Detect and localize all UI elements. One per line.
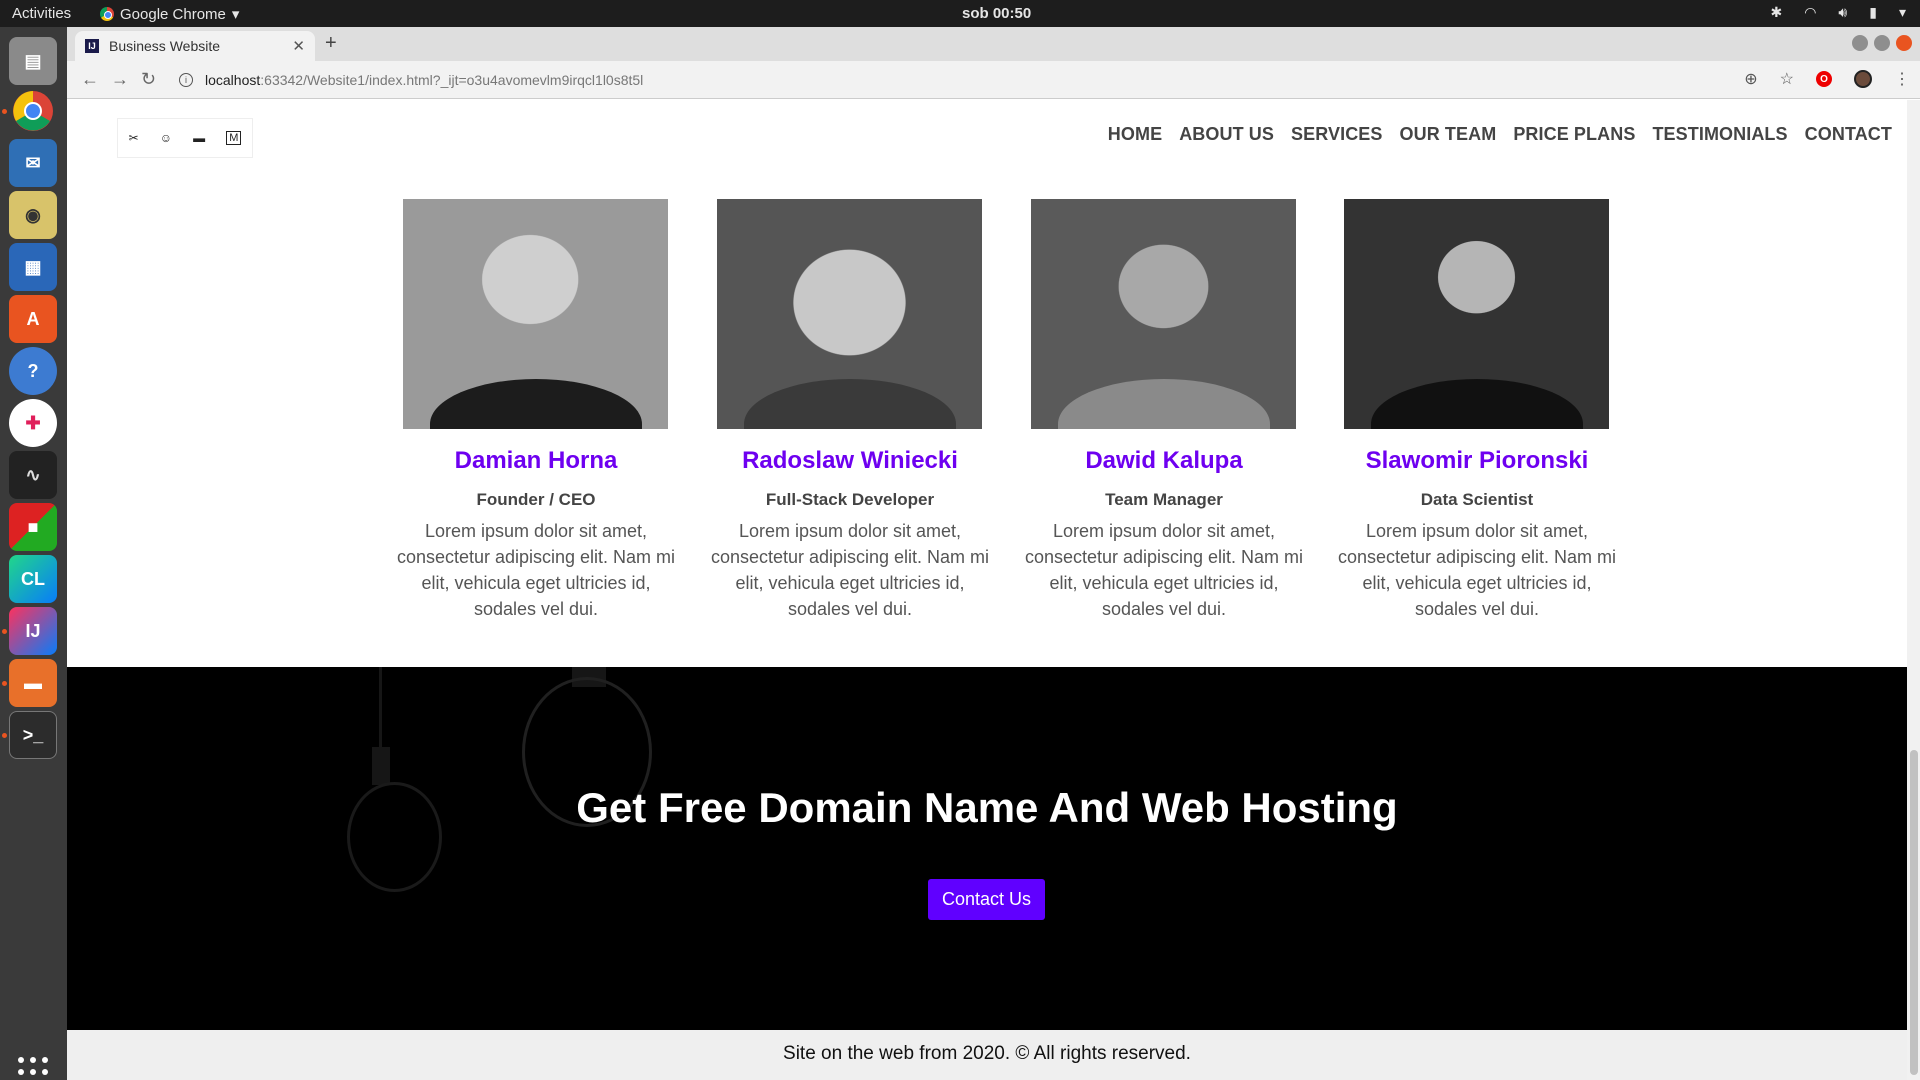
active-indicator — [2, 629, 7, 634]
site-footer: Site on the web from 2020. © All rights … — [67, 1030, 1907, 1080]
system-tray[interactable]: ✱ ◠ 🔊︎ ▮ ▾ — [1770, 4, 1906, 21]
member-role: Data Scientist — [1420, 490, 1534, 509]
member-photo — [1031, 199, 1296, 429]
url-path: :63342/Website1/index.html?_ijt=o3u4avom… — [260, 72, 644, 88]
tab-title: Business Website — [109, 38, 221, 54]
contact-us-button[interactable]: Contact Us — [928, 879, 1045, 920]
lamp-cord — [379, 667, 382, 747]
logo-mark-icon: M — [226, 131, 242, 145]
volume-icon[interactable]: 🔊︎ — [1838, 4, 1847, 21]
active-indicator — [2, 733, 7, 738]
app-menu-label: Google Chrome — [120, 5, 226, 23]
member-photo — [403, 199, 668, 429]
member-bio: Lorem ipsum dolor sit amet, consectetur … — [396, 521, 676, 619]
browser-toolbar: ← → ↻ i localhost:63342/Website1/index.h… — [67, 61, 1920, 99]
nav-contact[interactable]: CONTACT — [1805, 124, 1892, 145]
close-icon[interactable]: ✕ — [292, 37, 305, 55]
reload-icon[interactable]: ↻ — [141, 69, 156, 90]
scrollbar-thumb[interactable] — [1910, 750, 1918, 1075]
files-drawer-icon[interactable]: ▤ — [9, 37, 57, 85]
new-tab-button[interactable]: + — [325, 32, 337, 55]
toolbar-actions: ⊕ ☆ O ⋮ — [1744, 69, 1910, 89]
profile-avatar[interactable] — [1854, 70, 1872, 88]
terminal-icon[interactable]: >_ — [9, 711, 57, 759]
maximize-button[interactable] — [1874, 35, 1890, 51]
clock[interactable]: sob 00:50 — [962, 5, 1031, 22]
extension-icon[interactable]: O — [1816, 71, 1832, 87]
writer-icon[interactable]: ▦ — [9, 243, 57, 291]
lamp-socket — [372, 747, 390, 785]
nav-home[interactable]: HOME — [1108, 124, 1162, 145]
back-arrow-icon[interactable]: ← — [81, 69, 99, 90]
member-name: Slawomir Pioronski — [1365, 447, 1589, 474]
thunderbird-icon[interactable]: ✉ — [9, 139, 57, 187]
wifi-icon[interactable]: ◠ — [1804, 4, 1816, 21]
member-bio: Lorem ipsum dolor sit amet, consectetur … — [1024, 521, 1304, 619]
member-role: Founder / CEO — [476, 490, 596, 509]
intellij-favicon-icon: IJ — [85, 39, 99, 53]
page-scrollbar[interactable] — [1907, 100, 1920, 1080]
files-folder-icon[interactable]: ▬ — [9, 659, 57, 707]
member-bio: Lorem ipsum dolor sit amet, consectetur … — [710, 521, 990, 619]
logo-mark-icon: ✂ — [128, 131, 139, 145]
window-controls — [1852, 35, 1912, 51]
cta-section: Get Free Domain Name And Web Hosting Con… — [67, 667, 1907, 1030]
zoom-icon[interactable]: ⊕ — [1744, 69, 1757, 89]
member-role: Full-Stack Developer — [765, 490, 935, 509]
minimize-button[interactable] — [1852, 35, 1868, 51]
tab-strip: IJ Business Website ✕ + — [67, 27, 1920, 61]
member-photo — [1344, 199, 1609, 429]
clion-icon[interactable]: CL — [9, 555, 57, 603]
member-name: Radoslaw Winiecki — [742, 447, 958, 474]
slack-icon[interactable]: ✚ — [9, 399, 57, 447]
bookmark-star-icon[interactable]: ☆ — [1780, 69, 1794, 89]
dock: ▤ ✉ ◉ ▦ A ? ✚ ∿ ■ CL IJ ▬ >_ — [0, 27, 67, 1080]
cubes-game-icon[interactable]: ■ — [9, 503, 57, 551]
member-name: Dawid Kalupa — [1085, 447, 1243, 474]
chrome-icon — [100, 7, 114, 21]
app-menu[interactable]: Google Chrome ▾ — [100, 5, 239, 23]
member-name: Damian Horna — [454, 447, 618, 474]
member-role: Team Manager — [1105, 490, 1223, 509]
intellij-icon[interactable]: IJ — [9, 607, 57, 655]
site-logo[interactable]: ✂ ☺ ▬ M — [117, 118, 253, 158]
chrome-logo-icon — [13, 91, 53, 131]
chevron-down-icon: ▾ — [231, 6, 240, 23]
forward-arrow-icon[interactable]: → — [111, 69, 129, 90]
more-menu-icon[interactable]: ⋮ — [1894, 69, 1910, 89]
site-nav: HOME ABOUT US SERVICES OUR TEAM PRICE PL… — [1108, 124, 1892, 145]
url-host: localhost — [205, 72, 261, 88]
nav-our-team[interactable]: OUR TEAM — [1400, 124, 1497, 145]
cta-heading: Get Free Domain Name And Web Hosting — [576, 784, 1398, 831]
page-viewport: ✂ ☺ ▬ M HOME ABOUT US SERVICES OUR TEAM … — [67, 100, 1920, 1080]
show-applications-icon[interactable] — [18, 1057, 48, 1080]
member-bio: Lorem ipsum dolor sit amet, consectetur … — [1337, 521, 1617, 619]
rhythmbox-icon[interactable]: ◉ — [9, 191, 57, 239]
software-center-icon[interactable]: A — [9, 295, 57, 343]
nav-testimonials[interactable]: TESTIMONIALS — [1652, 124, 1787, 145]
logo-mark-icon: ▬ — [193, 131, 206, 145]
nav-about-us[interactable]: ABOUT US — [1179, 124, 1274, 145]
logo-mark-icon: ☺ — [159, 131, 173, 145]
window-close-button[interactable] — [1896, 35, 1912, 51]
active-indicator — [2, 109, 7, 114]
nav-services[interactable]: SERVICES — [1291, 124, 1383, 145]
bluetooth-icon[interactable]: ✱ — [1770, 4, 1782, 21]
chrome-dock-icon[interactable] — [9, 87, 57, 135]
address-bar[interactable]: i localhost:63342/Website1/index.html?_i… — [179, 66, 1799, 94]
system-monitor-icon[interactable]: ∿ — [9, 451, 57, 499]
active-indicator — [2, 681, 7, 686]
os-top-bar: Activities Google Chrome ▾ sob 00:50 ✱ ◠… — [0, 0, 1920, 27]
nav-price-plans[interactable]: PRICE PLANS — [1513, 124, 1635, 145]
help-icon[interactable]: ? — [9, 347, 57, 395]
activities-button[interactable]: Activities — [12, 5, 71, 22]
tab-business-website[interactable]: IJ Business Website ✕ — [75, 31, 315, 61]
member-photo — [717, 199, 982, 429]
battery-icon[interactable]: ▮ — [1869, 4, 1877, 21]
chevron-down-icon[interactable]: ▾ — [1899, 4, 1906, 21]
browser-window: IJ Business Website ✕ + ← → ↻ i localhos… — [67, 27, 1920, 1080]
info-icon[interactable]: i — [179, 73, 193, 87]
